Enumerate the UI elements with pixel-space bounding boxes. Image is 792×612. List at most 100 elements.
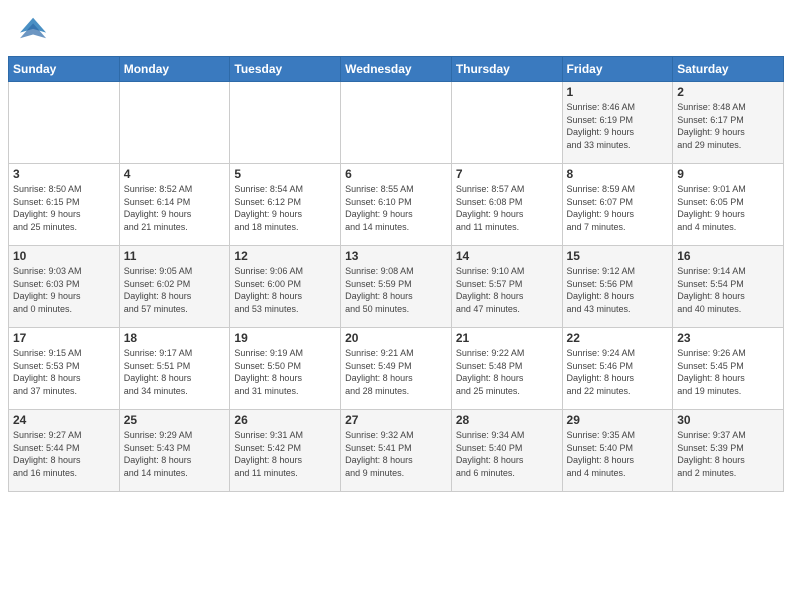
calendar-cell: 25Sunrise: 9:29 AM Sunset: 5:43 PM Dayli… <box>119 410 230 492</box>
day-info: Sunrise: 9:15 AM Sunset: 5:53 PM Dayligh… <box>13 347 115 397</box>
day-info: Sunrise: 9:19 AM Sunset: 5:50 PM Dayligh… <box>234 347 336 397</box>
day-number: 15 <box>567 249 669 263</box>
weekday-header-tuesday: Tuesday <box>230 57 341 82</box>
calendar-cell: 12 Sunrise: 9:06 AM Sunset: 6:00 PM Dayli… <box>230 246 341 328</box>
calendar-cell: 28 Sunrise: 9:34 AM Sunset: 5:40 PM Dayli… <box>451 410 562 492</box>
day-info: Sunrise: 9:01 AM Sunset: 6:05 PM Dayligh… <box>677 183 779 233</box>
calendar-cell: 7 Sunrise: 8:57 AM Sunset: 6:08 PM Daylig… <box>451 164 562 246</box>
day-info: Sunrise: 8:55 AM Sunset: 6:10 PM Dayligh… <box>345 183 447 233</box>
calendar-cell: 9 Sunrise: 9:01 AM Sunset: 6:05 PM Daylig… <box>673 164 784 246</box>
day-number: 22 <box>567 331 669 345</box>
day-info: Sunrise: 9:17 AM Sunset: 5:51 PM Dayligh… <box>124 347 226 397</box>
calendar-cell <box>451 82 562 164</box>
day-info: Sunrise: 9:31 AM Sunset: 5:42 PM Dayligh… <box>234 429 336 479</box>
day-info: Sunrise: 9:14 AM Sunset: 5:54 PM Dayligh… <box>677 265 779 315</box>
day-info: Sunrise: 9:21 AM Sunset: 5:49 PM Dayligh… <box>345 347 447 397</box>
calendar-cell: 2 Sunrise: 8:48 AM Sunset: 6:17 PM Daylig… <box>673 82 784 164</box>
day-number: 26 <box>234 413 336 427</box>
day-number: 19 <box>234 331 336 345</box>
calendar-cell: 22 Sunrise: 9:24 AM Sunset: 5:46 PM Dayli… <box>562 328 673 410</box>
day-info: Sunrise: 8:48 AM Sunset: 6:17 PM Dayligh… <box>677 101 779 151</box>
calendar-cell: 13 Sunrise: 9:08 AM Sunset: 5:59 PM Dayli… <box>341 246 452 328</box>
calendar-cell: 15 Sunrise: 9:12 AM Sunset: 5:56 PM Dayli… <box>562 246 673 328</box>
calendar-cell: 3 Sunrise: 8:50 AM Sunset: 6:15 PM Daylig… <box>9 164 120 246</box>
calendar-cell: 1Sunrise: 8:46 AM Sunset: 6:19 PM Daylig… <box>562 82 673 164</box>
day-info: Sunrise: 8:46 AM Sunset: 6:19 PM Dayligh… <box>567 101 669 151</box>
day-info: Sunrise: 8:54 AM Sunset: 6:12 PM Dayligh… <box>234 183 336 233</box>
day-number: 13 <box>345 249 447 263</box>
day-number: 11 <box>124 249 226 263</box>
calendar-cell: 4 Sunrise: 8:52 AM Sunset: 6:14 PM Daylig… <box>119 164 230 246</box>
calendar-cell <box>341 82 452 164</box>
day-number: 10 <box>13 249 115 263</box>
day-info: Sunrise: 8:52 AM Sunset: 6:14 PM Dayligh… <box>124 183 226 233</box>
calendar-cell: 5 Sunrise: 8:54 AM Sunset: 6:12 PM Daylig… <box>230 164 341 246</box>
day-number: 16 <box>677 249 779 263</box>
calendar-cell: 6 Sunrise: 8:55 AM Sunset: 6:10 PM Daylig… <box>341 164 452 246</box>
day-info: Sunrise: 8:57 AM Sunset: 6:08 PM Dayligh… <box>456 183 558 233</box>
day-number: 3 <box>13 167 115 181</box>
day-number: 7 <box>456 167 558 181</box>
calendar-cell: 23Sunrise: 9:26 AM Sunset: 5:45 PM Dayli… <box>673 328 784 410</box>
day-info: Sunrise: 9:03 AM Sunset: 6:03 PM Dayligh… <box>13 265 115 315</box>
calendar-header: SundayMondayTuesdayWednesdayThursdayFrid… <box>9 57 784 82</box>
day-info: Sunrise: 9:22 AM Sunset: 5:48 PM Dayligh… <box>456 347 558 397</box>
calendar-cell: 16 Sunrise: 9:14 AM Sunset: 5:54 PM Dayli… <box>673 246 784 328</box>
day-number: 2 <box>677 85 779 99</box>
calendar-cell <box>9 82 120 164</box>
day-number: 5 <box>234 167 336 181</box>
day-info: Sunrise: 9:34 AM Sunset: 5:40 PM Dayligh… <box>456 429 558 479</box>
day-info: Sunrise: 9:27 AM Sunset: 5:44 PM Dayligh… <box>13 429 115 479</box>
calendar-cell: 14 Sunrise: 9:10 AM Sunset: 5:57 PM Dayli… <box>451 246 562 328</box>
calendar-cell: 29 Sunrise: 9:35 AM Sunset: 5:40 PM Dayli… <box>562 410 673 492</box>
day-number: 30 <box>677 413 779 427</box>
day-info: Sunrise: 9:24 AM Sunset: 5:46 PM Dayligh… <box>567 347 669 397</box>
day-info: Sunrise: 9:32 AM Sunset: 5:41 PM Dayligh… <box>345 429 447 479</box>
day-info: Sunrise: 9:06 AM Sunset: 6:00 PM Dayligh… <box>234 265 336 315</box>
calendar-cell: 10 Sunrise: 9:03 AM Sunset: 6:03 PM Dayli… <box>9 246 120 328</box>
calendar-cell: 21Sunrise: 9:22 AM Sunset: 5:48 PM Dayli… <box>451 328 562 410</box>
day-info: Sunrise: 9:05 AM Sunset: 6:02 PM Dayligh… <box>124 265 226 315</box>
calendar-cell: 8 Sunrise: 8:59 AM Sunset: 6:07 PM Daylig… <box>562 164 673 246</box>
calendar-cell: 30 Sunrise: 9:37 AM Sunset: 5:39 PM Dayli… <box>673 410 784 492</box>
day-number: 8 <box>567 167 669 181</box>
day-number: 14 <box>456 249 558 263</box>
day-info: Sunrise: 8:50 AM Sunset: 6:15 PM Dayligh… <box>13 183 115 233</box>
calendar-cell: 19 Sunrise: 9:19 AM Sunset: 5:50 PM Dayli… <box>230 328 341 410</box>
day-number: 20 <box>345 331 447 345</box>
day-number: 9 <box>677 167 779 181</box>
day-info: Sunrise: 9:35 AM Sunset: 5:40 PM Dayligh… <box>567 429 669 479</box>
weekday-header-saturday: Saturday <box>673 57 784 82</box>
calendar-week-row: 1Sunrise: 8:46 AM Sunset: 6:19 PM Daylig… <box>9 82 784 164</box>
day-info: Sunrise: 8:59 AM Sunset: 6:07 PM Dayligh… <box>567 183 669 233</box>
calendar-cell: 11 Sunrise: 9:05 AM Sunset: 6:02 PM Dayli… <box>119 246 230 328</box>
calendar-cell: 27 Sunrise: 9:32 AM Sunset: 5:41 PM Dayli… <box>341 410 452 492</box>
weekday-header-row: SundayMondayTuesdayWednesdayThursdayFrid… <box>9 57 784 82</box>
calendar-week-row: 24 Sunrise: 9:27 AM Sunset: 5:44 PM Dayli… <box>9 410 784 492</box>
day-info: Sunrise: 9:08 AM Sunset: 5:59 PM Dayligh… <box>345 265 447 315</box>
calendar-cell: 17Sunrise: 9:15 AM Sunset: 5:53 PM Dayli… <box>9 328 120 410</box>
weekday-header-friday: Friday <box>562 57 673 82</box>
day-number: 12 <box>234 249 336 263</box>
calendar-cell: 26 Sunrise: 9:31 AM Sunset: 5:42 PM Dayli… <box>230 410 341 492</box>
calendar-cell <box>119 82 230 164</box>
calendar-body: 1Sunrise: 8:46 AM Sunset: 6:19 PM Daylig… <box>9 82 784 492</box>
calendar-week-row: 17Sunrise: 9:15 AM Sunset: 5:53 PM Dayli… <box>9 328 784 410</box>
day-number: 6 <box>345 167 447 181</box>
day-number: 28 <box>456 413 558 427</box>
day-number: 23 <box>677 331 779 345</box>
weekday-header-sunday: Sunday <box>9 57 120 82</box>
day-info: Sunrise: 9:12 AM Sunset: 5:56 PM Dayligh… <box>567 265 669 315</box>
weekday-header-thursday: Thursday <box>451 57 562 82</box>
day-info: Sunrise: 9:29 AM Sunset: 5:43 PM Dayligh… <box>124 429 226 479</box>
day-number: 4 <box>124 167 226 181</box>
day-number: 18 <box>124 331 226 345</box>
day-number: 29 <box>567 413 669 427</box>
calendar-week-row: 10 Sunrise: 9:03 AM Sunset: 6:03 PM Dayli… <box>9 246 784 328</box>
day-info: Sunrise: 9:37 AM Sunset: 5:39 PM Dayligh… <box>677 429 779 479</box>
day-number: 24 <box>13 413 115 427</box>
logo-icon <box>20 14 48 42</box>
day-info: Sunrise: 9:10 AM Sunset: 5:57 PM Dayligh… <box>456 265 558 315</box>
calendar-cell: 24 Sunrise: 9:27 AM Sunset: 5:44 PM Dayli… <box>9 410 120 492</box>
day-number: 27 <box>345 413 447 427</box>
